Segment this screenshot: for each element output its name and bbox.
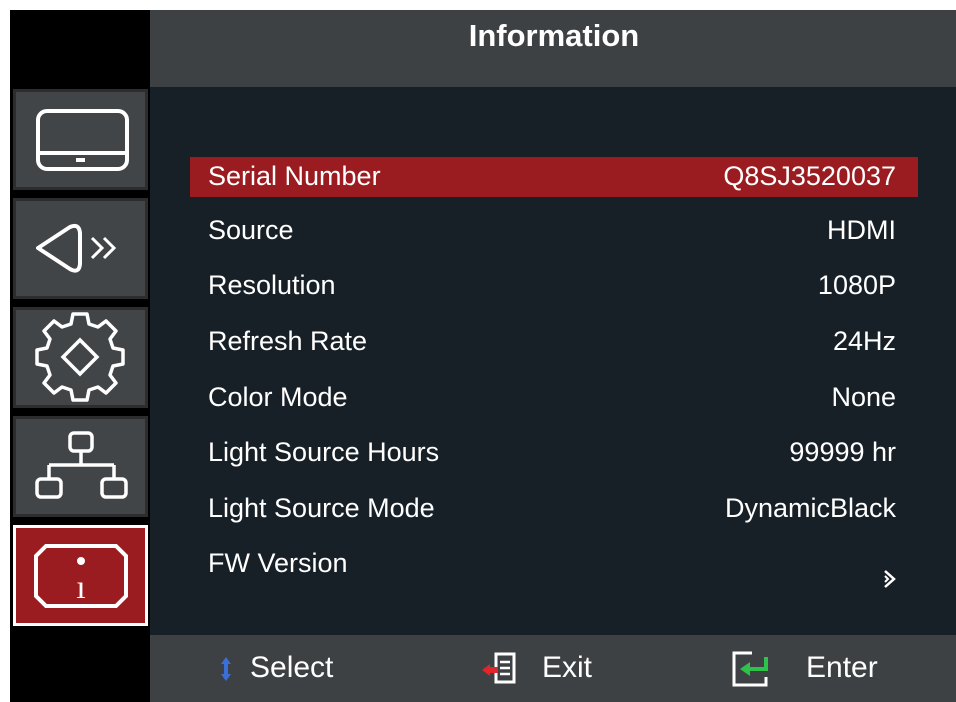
gear-icon (35, 312, 125, 402)
row-value: Q8SJ3520037 (723, 161, 896, 191)
row-label: Serial Number (208, 161, 381, 191)
footer-select-hint: Select (210, 635, 410, 702)
page-title: Information (468, 18, 640, 53)
info-icon: ı (34, 544, 128, 608)
osd-menu: Information ı Serial Number Q8SJ3520037 … (10, 10, 956, 702)
sidebar-item-settings[interactable] (13, 307, 148, 408)
info-row-resolution[interactable]: Resolution 1080P (190, 266, 918, 306)
row-label: Resolution (208, 270, 336, 300)
info-row-light-source-mode[interactable]: Light Source Mode DynamicBlack (190, 489, 918, 529)
monitor-icon (36, 109, 129, 171)
info-row-source[interactable]: Source HDMI (190, 211, 918, 251)
row-label: FW Version (208, 548, 348, 578)
row-value: 99999 hr (789, 437, 896, 467)
row-label: Color Mode (208, 382, 348, 412)
row-label: Source (208, 215, 294, 245)
row-value: None (831, 382, 896, 412)
info-row-light-source-hours[interactable]: Light Source Hours 99999 hr (190, 433, 918, 473)
network-icon (35, 431, 128, 499)
row-value: 1080P (817, 270, 896, 300)
enter-icon (732, 651, 768, 687)
row-value: 24Hz (832, 326, 896, 356)
row-label: Light Source Mode (208, 493, 435, 523)
sidebar-item-network[interactable] (13, 416, 148, 517)
footer-select-label: Select (250, 651, 334, 684)
info-row-color-mode[interactable]: Color Mode None (190, 378, 918, 418)
header-bar: Information (150, 10, 956, 87)
info-row-fw-version[interactable]: FW Version (190, 544, 918, 588)
row-value: DynamicBlack (724, 493, 896, 523)
sidebar-item-information[interactable]: ı (13, 525, 148, 626)
footer-hint-bar: Select Exit Enter (150, 635, 956, 702)
speaker-icon (36, 223, 117, 273)
row-value: HDMI (827, 215, 896, 245)
information-panel: Serial Number Q8SJ3520037 Source HDMI Re… (150, 87, 956, 635)
footer-enter-label: Enter (806, 651, 878, 684)
sidebar-item-audio[interactable] (13, 198, 148, 299)
exit-icon (482, 652, 516, 684)
sidebar-item-display[interactable] (13, 89, 148, 190)
row-label: Refresh Rate (208, 326, 368, 356)
chevron-right-icon (884, 570, 896, 588)
svg-text:ı: ı (76, 569, 85, 606)
info-row-serial-number[interactable]: Serial Number Q8SJ3520037 (190, 157, 918, 197)
footer-exit-hint: Exit (480, 635, 640, 702)
footer-exit-label: Exit (542, 651, 593, 684)
sidebar: ı (10, 87, 150, 635)
footer-enter-hint: Enter (730, 635, 930, 702)
info-row-refresh-rate[interactable]: Refresh Rate 24Hz (190, 322, 918, 362)
up-down-arrows-icon (221, 657, 231, 681)
row-label: Light Source Hours (208, 437, 440, 467)
